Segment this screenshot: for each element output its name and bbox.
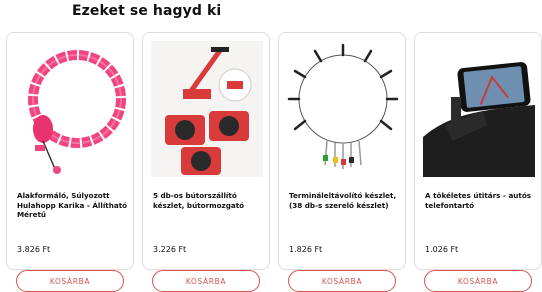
product-image-furniture-mover[interactable] (151, 41, 263, 177)
section-title: Ezeket se hagyd ki (72, 3, 222, 19)
product-name[interactable]: A tökéletes útitárs - autós telefontartó (425, 191, 537, 210)
product-price: 1.826 Ft (289, 245, 323, 254)
product-price: 3.826 Ft (17, 245, 51, 254)
product-card[interactable]: A tökéletes útitárs - autós telefontartó… (414, 32, 542, 292)
add-to-cart-button[interactable]: KOSÁRBA (16, 270, 124, 292)
product-price: 3.226 Ft (153, 245, 187, 254)
product-name[interactable]: 5 db-os bútorszállító készlet, bútormozg… (153, 191, 265, 210)
product-card[interactable]: Termináleltávolító készlet, (38 db-s sze… (278, 32, 406, 292)
add-to-cart-button[interactable]: KOSÁRBA (424, 270, 532, 292)
product-card[interactable]: 5 db-os bútorszállító készlet, bútormozg… (142, 32, 270, 292)
add-to-cart-button[interactable]: KOSÁRBA (288, 270, 396, 292)
product-name[interactable]: Termináleltávolító készlet, (38 db-s sze… (289, 191, 401, 210)
add-to-cart-button[interactable]: KOSÁRBA (152, 270, 260, 292)
product-image-terminal-tool-kit[interactable] (287, 41, 399, 177)
product-image-hula-hoop[interactable] (15, 41, 127, 177)
product-card[interactable]: Alakformáló, Súlyozott Hulahopp Karika -… (6, 32, 134, 292)
product-price: 1.026 Ft (425, 245, 459, 254)
product-image-phone-holder[interactable] (423, 41, 535, 177)
product-name[interactable]: Alakformáló, Súlyozott Hulahopp Karika -… (17, 191, 129, 220)
